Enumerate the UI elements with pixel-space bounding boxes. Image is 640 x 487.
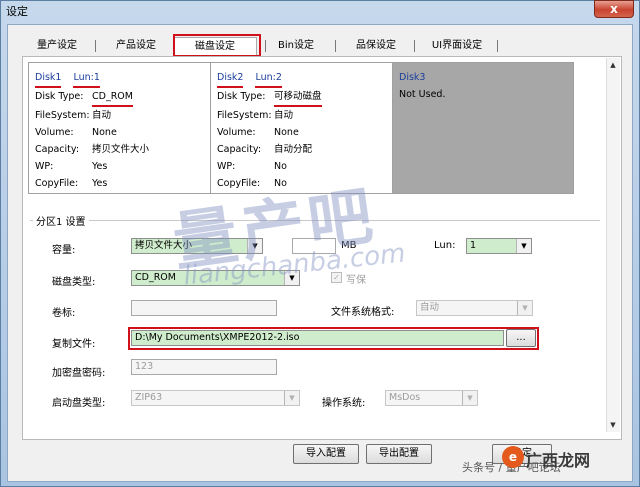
chevron-down-icon: ▼ [462,391,477,405]
password-input[interactable]: 123 [131,359,277,375]
disk-type-value: CD_ROM [135,272,176,283]
os-label: 操作系统: [322,398,366,409]
volume-key: Volume: [217,127,256,138]
logo-icon: e [502,446,524,468]
tab-separator [335,40,336,52]
disk1-panel[interactable]: Disk1 Lun:1 Disk Type: CD_ROM FileSystem: 自… [28,62,211,194]
disk1-volume: None [92,127,117,138]
capacity-key: Capacity: [35,144,80,155]
copyfile-key: CopyFile: [35,178,79,189]
boot-type-select[interactable]: ZIP63 ▼ [131,390,300,406]
copy-file-label: 复制文件: [52,339,96,350]
lun-label: Lun: [434,240,456,251]
password-label: 加密盘密码: [52,368,106,379]
vertical-scrollbar[interactable] [606,58,620,432]
wp-key: WP: [217,161,236,172]
export-config-button[interactable]: 导出配置 [366,444,432,464]
boot-type-value: ZIP63 [135,392,163,403]
disk-type-key: Disk Type: [217,91,266,102]
volume-key: Volume: [35,127,74,138]
tab-quality[interactable]: 品保设定 [346,37,406,55]
scroll-down-arrow-icon[interactable]: ▼ [606,418,620,432]
disk1-wp: Yes [92,161,108,172]
filesystem-value: 自动 [420,302,440,313]
chevron-down-icon: ▼ [284,391,299,405]
disk1-copyfile: Yes [92,178,108,189]
window-title: 设定 [6,5,28,18]
filesystem-key: FileSystem: [217,110,272,121]
tab-product[interactable]: 产品设定 [108,37,164,55]
disk2-type: 可移动磁盘 [274,88,322,107]
disk3-name: Disk3 [399,72,426,83]
boot-type-label: 启动盘类型: [52,398,106,409]
capacity-label: 容量: [52,245,76,256]
disk3-panel[interactable]: Disk3 Not Used. [392,62,574,194]
tab-separator [95,40,96,52]
disk-type-label: 磁盘类型: [52,277,96,288]
lun-select[interactable]: 1 ▼ [466,238,532,254]
disk2-wp: No [274,161,287,172]
disk-type-key: Disk Type: [35,91,84,102]
wp-key: WP: [35,161,54,172]
os-select[interactable]: MsDos ▼ [385,390,478,406]
disk2-volume: None [274,127,299,138]
volume-label: 卷标: [52,308,76,319]
logo-text: 广西龙网 [526,451,591,470]
disk3-status: Not Used. [399,89,446,100]
disk1-lun: Lun:1 [73,69,100,88]
disk1-capacity: 拷贝文件大小 [92,144,150,155]
disk1-filesystem: 自动 [92,110,112,121]
disk2-name: Disk2 [217,69,244,88]
lun-value: 1 [470,240,477,251]
tab-separator [414,40,415,52]
tab-bin[interactable]: Bin设定 [273,37,319,55]
os-value: MsDos [389,392,421,403]
disk1-type: CD_ROM [92,88,133,107]
tab-mass-production[interactable]: 量产设定 [29,37,85,55]
tab-separator [497,40,498,52]
filesystem-key: FileSystem: [35,110,90,121]
import-config-button[interactable]: 导入配置 [293,444,359,464]
chevron-down-icon: ▼ [516,239,531,253]
chevron-down-icon: ▼ [517,301,532,315]
disk2-lun: Lun:2 [255,69,282,88]
filesystem-format-label: 文件系统格式: [331,307,395,318]
disk1-name: Disk1 [35,69,62,88]
disk2-filesystem: 自动 [274,110,294,121]
partition-group-label: 分区1 设置 [33,213,89,228]
filesystem-select[interactable]: 自动 ▼ [416,300,533,316]
capacity-key: Capacity: [217,144,262,155]
browse-button[interactable]: ... [506,329,536,347]
volume-input[interactable] [131,300,277,316]
tab-separator [265,40,266,52]
copy-file-path-input[interactable]: D:\My Documents\XMPE2012-2.iso [131,330,504,346]
scroll-up-arrow-icon[interactable]: ▲ [606,58,620,72]
tab-highlight-box [173,34,261,57]
tab-ui[interactable]: UI界面设定 [425,37,489,55]
close-button[interactable]: x [594,0,634,18]
disk2-capacity: 自动分配 [274,144,313,155]
